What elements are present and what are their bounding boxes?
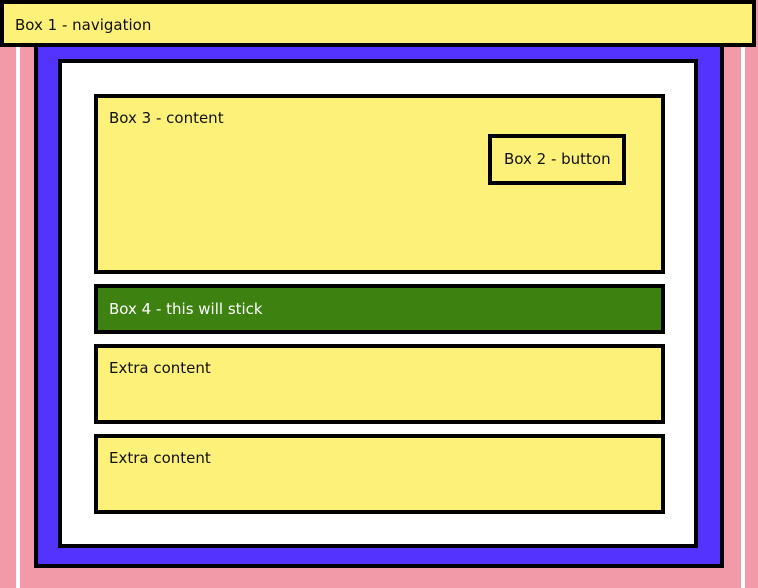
navigation-label: Box 1 - navigation	[15, 16, 152, 34]
content-label: Box 3 - content	[109, 109, 224, 127]
right-white-strip	[741, 0, 745, 588]
sticky-box: Box 4 - this will stick	[94, 284, 665, 334]
button-label: Box 2 - button	[504, 150, 611, 168]
navigation-box[interactable]: Box 1 - navigation	[0, 0, 756, 47]
extra-content-label: Extra content	[109, 359, 211, 377]
extra-content-label: Extra content	[109, 449, 211, 467]
extra-content-box: Extra content	[94, 434, 665, 514]
sticky-label: Box 4 - this will stick	[109, 300, 263, 318]
box-button[interactable]: Box 2 - button	[488, 134, 626, 185]
left-white-strip	[16, 0, 20, 588]
extra-content-box: Extra content	[94, 344, 665, 424]
